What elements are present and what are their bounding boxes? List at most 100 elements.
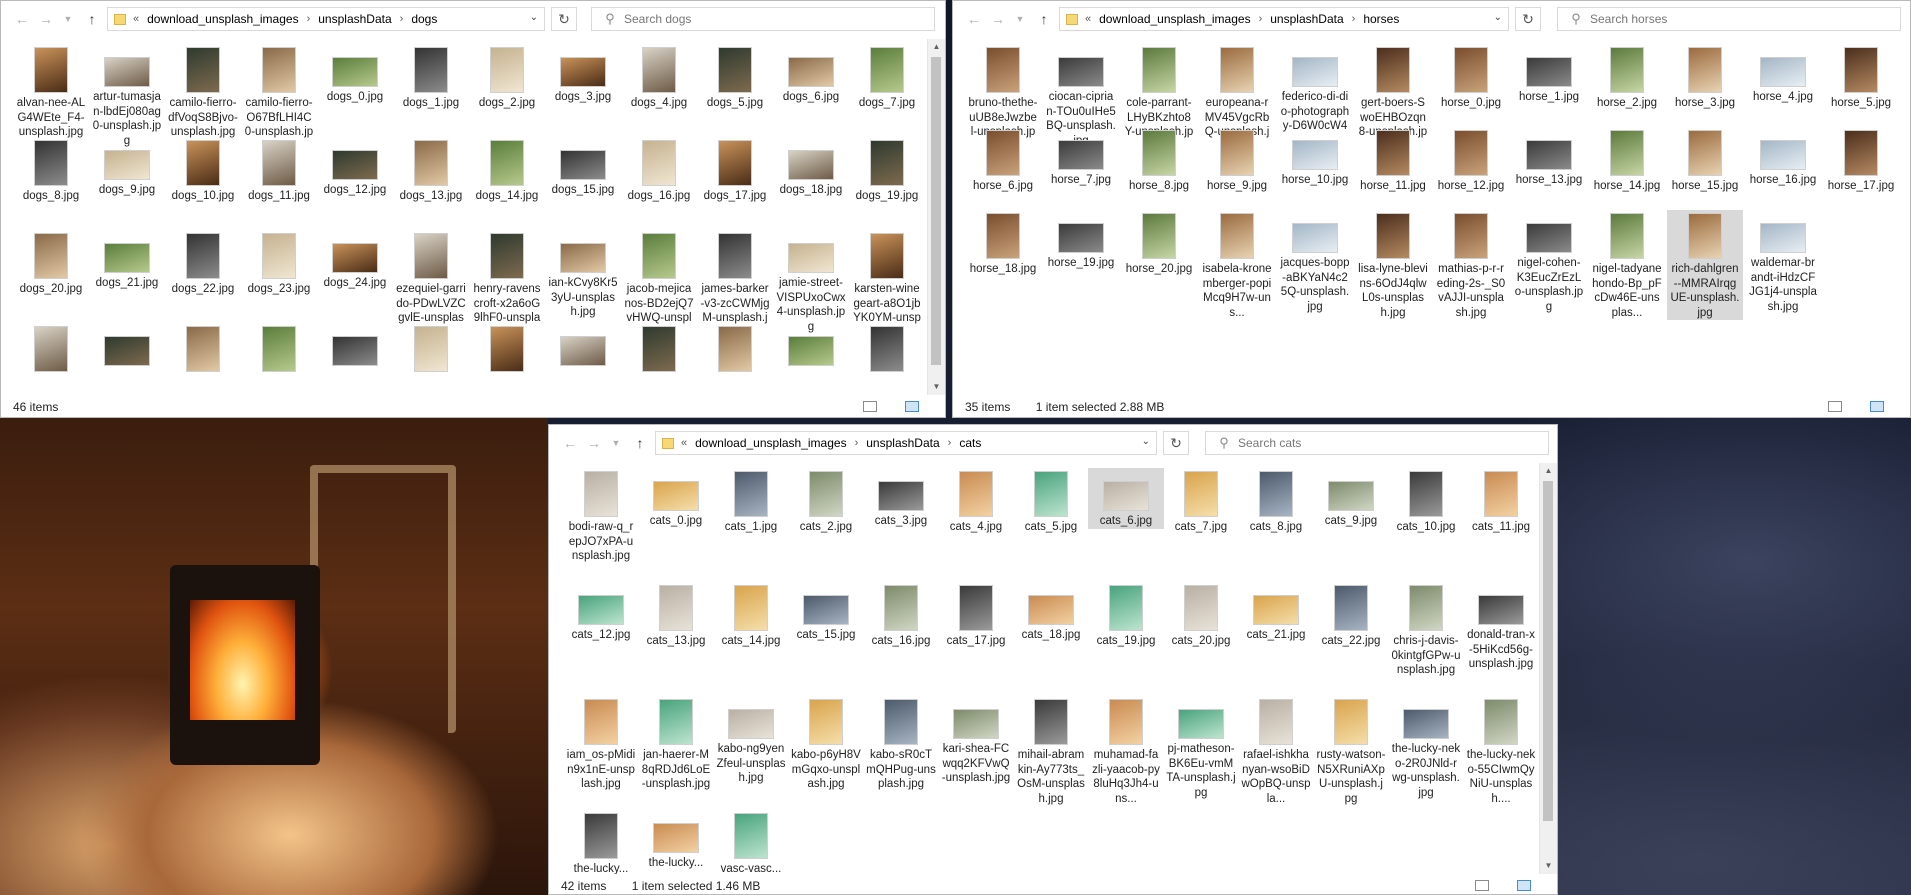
- large-icons-view-icon[interactable]: [905, 401, 919, 412]
- file-item[interactable]: dogs_14.jpg: [469, 137, 545, 204]
- breadcrumb-separator-icon[interactable]: ›: [307, 13, 311, 25]
- file-item[interactable]: horse_8.jpg: [1121, 127, 1197, 194]
- file-item[interactable]: lisa-lyne-blevins-6OdJ4qlwL0s-unsplash.j…: [1355, 210, 1431, 320]
- back-arrow-icon[interactable]: ←: [13, 10, 31, 28]
- file-item[interactable]: dogs_3.jpg: [545, 44, 621, 105]
- breadcrumb-separator-icon[interactable]: ›: [948, 437, 952, 449]
- search-box[interactable]: ⚲ Search cats: [1205, 431, 1549, 455]
- up-arrow-icon[interactable]: ↑: [83, 10, 101, 28]
- file-item[interactable]: cats_12.jpg: [563, 582, 639, 643]
- file-item[interactable]: dogs_13.jpg: [393, 137, 469, 204]
- address-dropdown-icon[interactable]: ⌄: [1142, 436, 1150, 447]
- address-bar[interactable]: « download_unsplash_images › unsplashDat…: [107, 7, 545, 31]
- file-item[interactable]: dogs_0.jpg: [317, 44, 393, 105]
- details-view-icon[interactable]: [863, 401, 877, 412]
- file-item[interactable]: dogs_10.jpg: [165, 137, 241, 204]
- file-item[interactable]: dogs_20.jpg: [13, 230, 89, 297]
- file-item[interactable]: mihail-abramkin-Ay773ts_OsM-unsplash.jpg: [1013, 696, 1089, 806]
- file-item[interactable]: jacques-bopp-aBKYaN4c25Q-unsplash.jpg: [1277, 210, 1353, 314]
- address-dropdown-icon[interactable]: ⌄: [1494, 12, 1502, 23]
- file-item[interactable]: cats_8.jpg: [1238, 468, 1314, 535]
- file-item[interactable]: vasc-vasc...: [713, 810, 789, 874]
- file-item[interactable]: cats_16.jpg: [863, 582, 939, 649]
- file-item[interactable]: [13, 323, 89, 375]
- file-item[interactable]: horse_4.jpg: [1745, 44, 1821, 105]
- file-item[interactable]: dogs_18.jpg: [773, 137, 849, 198]
- file-item[interactable]: cats_3.jpg: [863, 468, 939, 529]
- file-item[interactable]: dogs_7.jpg: [849, 44, 925, 111]
- file-item[interactable]: horse_1.jpg: [1511, 44, 1587, 105]
- file-item[interactable]: horse_17.jpg: [1823, 127, 1899, 194]
- file-item[interactable]: horse_9.jpg: [1199, 127, 1275, 194]
- up-arrow-icon[interactable]: ↑: [631, 434, 649, 452]
- file-item[interactable]: bodi-raw-q_repJO7xPA-unsplash.jpg: [563, 468, 639, 564]
- breadcrumb-segment[interactable]: download_unsplash_images: [1099, 12, 1250, 26]
- file-item[interactable]: dogs_5.jpg: [697, 44, 773, 111]
- breadcrumb-segment[interactable]: unsplashData: [1270, 12, 1343, 26]
- file-item[interactable]: ian-kCvy8Kr53yU-unsplash.jpg: [545, 230, 621, 320]
- file-item[interactable]: dogs_2.jpg: [469, 44, 545, 111]
- file-item[interactable]: cats_19.jpg: [1088, 582, 1164, 649]
- file-item[interactable]: alvan-nee-ALG4WEte_F4-unsplash.jpg: [13, 44, 89, 140]
- breadcrumb-separator-icon[interactable]: ›: [1352, 13, 1356, 25]
- file-item[interactable]: cats_15.jpg: [788, 582, 864, 643]
- file-item[interactable]: dogs_1.jpg: [393, 44, 469, 111]
- file-item[interactable]: cats_0.jpg: [638, 468, 714, 529]
- file-item[interactable]: [241, 323, 317, 375]
- scroll-down-icon[interactable]: ▼: [1540, 858, 1557, 874]
- file-item[interactable]: donald-tran-x-5HiKcd56g-unsplash.jpg: [1463, 582, 1539, 672]
- file-item[interactable]: horse_12.jpg: [1433, 127, 1509, 194]
- file-item[interactable]: [621, 323, 697, 375]
- file-item[interactable]: [545, 323, 621, 369]
- file-item[interactable]: dogs_15.jpg: [545, 137, 621, 198]
- scroll-up-icon[interactable]: ▲: [1540, 463, 1557, 479]
- file-item[interactable]: cats_17.jpg: [938, 582, 1014, 649]
- breadcrumb-separator-icon[interactable]: ›: [400, 13, 404, 25]
- refresh-button[interactable]: ↻: [1163, 431, 1189, 455]
- forward-arrow-icon[interactable]: →: [989, 10, 1007, 28]
- file-item[interactable]: cats_21.jpg: [1238, 582, 1314, 643]
- file-item[interactable]: [89, 323, 165, 369]
- breadcrumb-segment[interactable]: download_unsplash_images: [695, 436, 846, 450]
- file-item[interactable]: dogs_8.jpg: [13, 137, 89, 204]
- breadcrumb-segment[interactable]: unsplashData: [866, 436, 939, 450]
- file-item[interactable]: dogs_12.jpg: [317, 137, 393, 198]
- file-item[interactable]: rich-dahlgren--MMRAIrqgUE-unsplash.jpg: [1667, 210, 1743, 320]
- breadcrumb-separator-icon[interactable]: ›: [1259, 13, 1263, 25]
- file-item[interactable]: dogs_23.jpg: [241, 230, 317, 297]
- file-item[interactable]: cats_10.jpg: [1388, 468, 1464, 535]
- file-item[interactable]: jamie-street-VISPUxoCwx4-unsplash.jpg: [773, 230, 849, 334]
- file-item[interactable]: the-lucky...: [638, 810, 714, 871]
- file-item[interactable]: horse_3.jpg: [1667, 44, 1743, 111]
- overflow-chevron-icon[interactable]: «: [681, 437, 687, 449]
- file-item[interactable]: dogs_9.jpg: [89, 137, 165, 198]
- file-item[interactable]: dogs_17.jpg: [697, 137, 773, 204]
- file-item[interactable]: camilo-fierro-dfVoqS8Bjvo-unsplash.jpg: [165, 44, 241, 140]
- file-item[interactable]: horse_11.jpg: [1355, 127, 1431, 194]
- file-item[interactable]: dogs_16.jpg: [621, 137, 697, 204]
- file-item[interactable]: dogs_22.jpg: [165, 230, 241, 297]
- address-bar[interactable]: « download_unsplash_images › unsplashDat…: [655, 431, 1157, 455]
- file-item[interactable]: cats_18.jpg: [1013, 582, 1089, 643]
- file-item[interactable]: cats_5.jpg: [1013, 468, 1089, 535]
- file-item[interactable]: the-lucky-neko-2R0JNld-rwg-unsplash.jpg: [1388, 696, 1464, 800]
- file-item[interactable]: cats_11.jpg: [1463, 468, 1539, 535]
- file-item[interactable]: [697, 323, 773, 375]
- file-item[interactable]: pj-matheson-BK6Eu-vmMTA-unsplash.jpg: [1163, 696, 1239, 800]
- file-item[interactable]: jan-haerer-M8qRDJd6LoE-unsplash.jpg: [638, 696, 714, 792]
- file-item[interactable]: dogs_24.jpg: [317, 230, 393, 291]
- file-item[interactable]: [849, 323, 925, 375]
- scroll-up-icon[interactable]: ▲: [928, 39, 945, 55]
- file-item[interactable]: muhamad-fazli-yaacob-py8luHq3Jh4-uns...: [1088, 696, 1164, 806]
- file-item[interactable]: dogs_4.jpg: [621, 44, 697, 111]
- recent-dropdown-icon[interactable]: ▼: [607, 434, 625, 452]
- scroll-down-icon[interactable]: ▼: [928, 379, 945, 395]
- vertical-scrollbar[interactable]: ▲ ▼: [1539, 463, 1557, 874]
- address-bar[interactable]: « download_unsplash_images › unsplashDat…: [1059, 7, 1509, 31]
- forward-arrow-icon[interactable]: →: [37, 10, 55, 28]
- breadcrumb-segment[interactable]: cats: [959, 436, 981, 450]
- search-box[interactable]: ⚲ Search dogs: [591, 7, 935, 31]
- file-item[interactable]: horse_15.jpg: [1667, 127, 1743, 194]
- file-item[interactable]: the-lucky-neko-55CIwmQyNiU-unsplash....: [1463, 696, 1539, 806]
- breadcrumb-separator-icon[interactable]: ›: [855, 437, 859, 449]
